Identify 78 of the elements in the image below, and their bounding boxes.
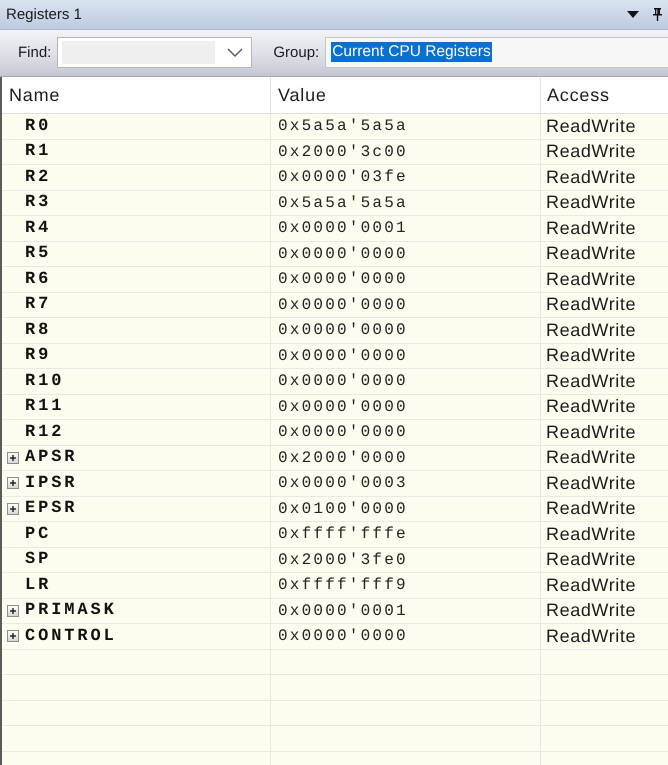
access-mode: ReadWrite bbox=[546, 549, 636, 570]
column-header[interactable]: Name bbox=[2, 77, 271, 113]
access-mode: ReadWrite bbox=[546, 472, 636, 494]
access-mode: ReadWrite bbox=[546, 268, 636, 290]
register-value: 0x0000'0003 bbox=[278, 474, 408, 492]
register-value: 0xffff'fff9 bbox=[278, 576, 408, 594]
pin-icon[interactable] bbox=[653, 8, 662, 21]
register-value: 0x0000'0000 bbox=[278, 270, 408, 288]
register-name: R10 bbox=[25, 372, 64, 391]
access-mode: ReadWrite bbox=[546, 422, 636, 443]
register-name: PC bbox=[25, 524, 52, 544]
access-mode: ReadWrite bbox=[546, 166, 636, 188]
chevron-icon[interactable] bbox=[227, 48, 244, 56]
expand-icon[interactable] bbox=[7, 502, 19, 515]
access-mode: ReadWrite bbox=[546, 626, 636, 647]
column-header[interactable]: Value bbox=[271, 77, 541, 113]
group-field[interactable]: Current CPU Registers bbox=[325, 36, 668, 68]
register-value: 0x0000'0000 bbox=[278, 346, 408, 365]
register-name: R4 bbox=[25, 218, 52, 238]
register-value: 0x0000'0001 bbox=[278, 219, 408, 238]
register-value: 0x0000'0000 bbox=[278, 296, 408, 314]
access-mode: ReadWrite bbox=[546, 447, 636, 468]
register-name: R5 bbox=[25, 244, 52, 264]
access-mode: ReadWrite bbox=[546, 243, 636, 264]
register-value: 0x2000'0000 bbox=[278, 448, 408, 467]
access-mode: ReadWrite bbox=[546, 498, 636, 520]
register-name: R1 bbox=[25, 142, 52, 162]
access-mode: ReadWrite bbox=[546, 524, 636, 545]
access-mode: ReadWrite bbox=[546, 141, 636, 162]
register-name: R8 bbox=[25, 320, 52, 340]
register-value: 0x5a5a'5a5a bbox=[278, 194, 408, 212]
access-mode: ReadWrite bbox=[546, 294, 636, 316]
register-name: R11 bbox=[25, 397, 64, 416]
register-name: SP bbox=[25, 550, 52, 570]
window-title: Registers 1 bbox=[6, 6, 82, 23]
access-mode: ReadWrite bbox=[546, 396, 636, 418]
expand-icon[interactable] bbox=[7, 452, 19, 464]
register-value: 0x0000'0000 bbox=[278, 423, 408, 442]
access-mode: ReadWrite bbox=[546, 574, 636, 596]
access-mode: ReadWrite bbox=[546, 192, 636, 214]
register-name: EPSR bbox=[25, 499, 78, 518]
register-value: 0x0000'0000 bbox=[278, 627, 408, 646]
group-label: Group: bbox=[273, 44, 320, 60]
access-mode: ReadWrite bbox=[546, 116, 636, 137]
register-name: PRIMASK bbox=[25, 601, 117, 620]
find-label: Find: bbox=[18, 44, 52, 60]
access-mode: ReadWrite bbox=[546, 345, 636, 366]
register-name: CONTROL bbox=[25, 626, 117, 646]
access-mode: ReadWrite bbox=[546, 218, 636, 239]
access-mode: ReadWrite bbox=[546, 320, 636, 341]
register-name: R2 bbox=[25, 168, 52, 187]
expand-icon[interactable] bbox=[7, 630, 19, 642]
register-name: LR bbox=[25, 576, 52, 595]
register-value: 0x0000'0001 bbox=[278, 602, 408, 620]
register-value: 0xffff'fffe bbox=[278, 525, 408, 544]
register-value: 0x2000'3c00 bbox=[278, 142, 408, 161]
register-value: 0x5a5a'5a5a bbox=[278, 117, 408, 136]
access-mode: ReadWrite bbox=[546, 370, 636, 392]
register-name: R12 bbox=[25, 422, 64, 442]
register-value: 0x2000'3fe0 bbox=[278, 550, 408, 569]
register-value: 0x0100'0000 bbox=[278, 500, 408, 518]
register-name: R3 bbox=[25, 193, 52, 212]
register-name: IPSR bbox=[25, 474, 78, 493]
register-name: R0 bbox=[25, 116, 52, 136]
register-name: R9 bbox=[25, 346, 52, 366]
column-header[interactable]: Access bbox=[541, 77, 668, 113]
register-value: 0x0000'0000 bbox=[278, 244, 408, 263]
register-name: APSR bbox=[25, 448, 78, 468]
expand-icon[interactable] bbox=[7, 477, 19, 490]
register-value: 0x0000'03fe bbox=[278, 168, 408, 186]
register-value: 0x0000'0000 bbox=[278, 398, 408, 416]
register-value: 0x0000'0000 bbox=[278, 321, 408, 340]
register-value: 0x0000'0000 bbox=[278, 372, 408, 390]
register-name: R7 bbox=[25, 295, 52, 314]
caret-icon[interactable] bbox=[627, 11, 639, 18]
expand-icon[interactable] bbox=[7, 604, 19, 617]
access-mode: ReadWrite bbox=[546, 600, 636, 622]
register-name: R6 bbox=[25, 270, 52, 289]
